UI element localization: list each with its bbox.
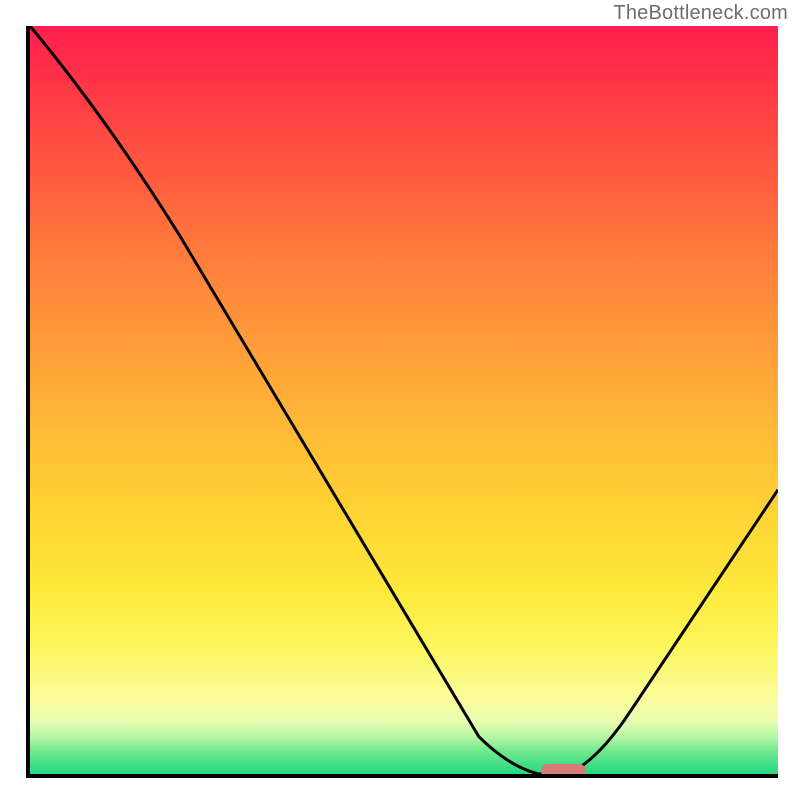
chart-plot-area: [26, 26, 778, 778]
chart-line-svg: [30, 26, 778, 774]
watermark-text: TheBottleneck.com: [613, 2, 788, 25]
bottleneck-curve-path: [30, 26, 778, 774]
optimal-range-marker: [541, 764, 586, 778]
